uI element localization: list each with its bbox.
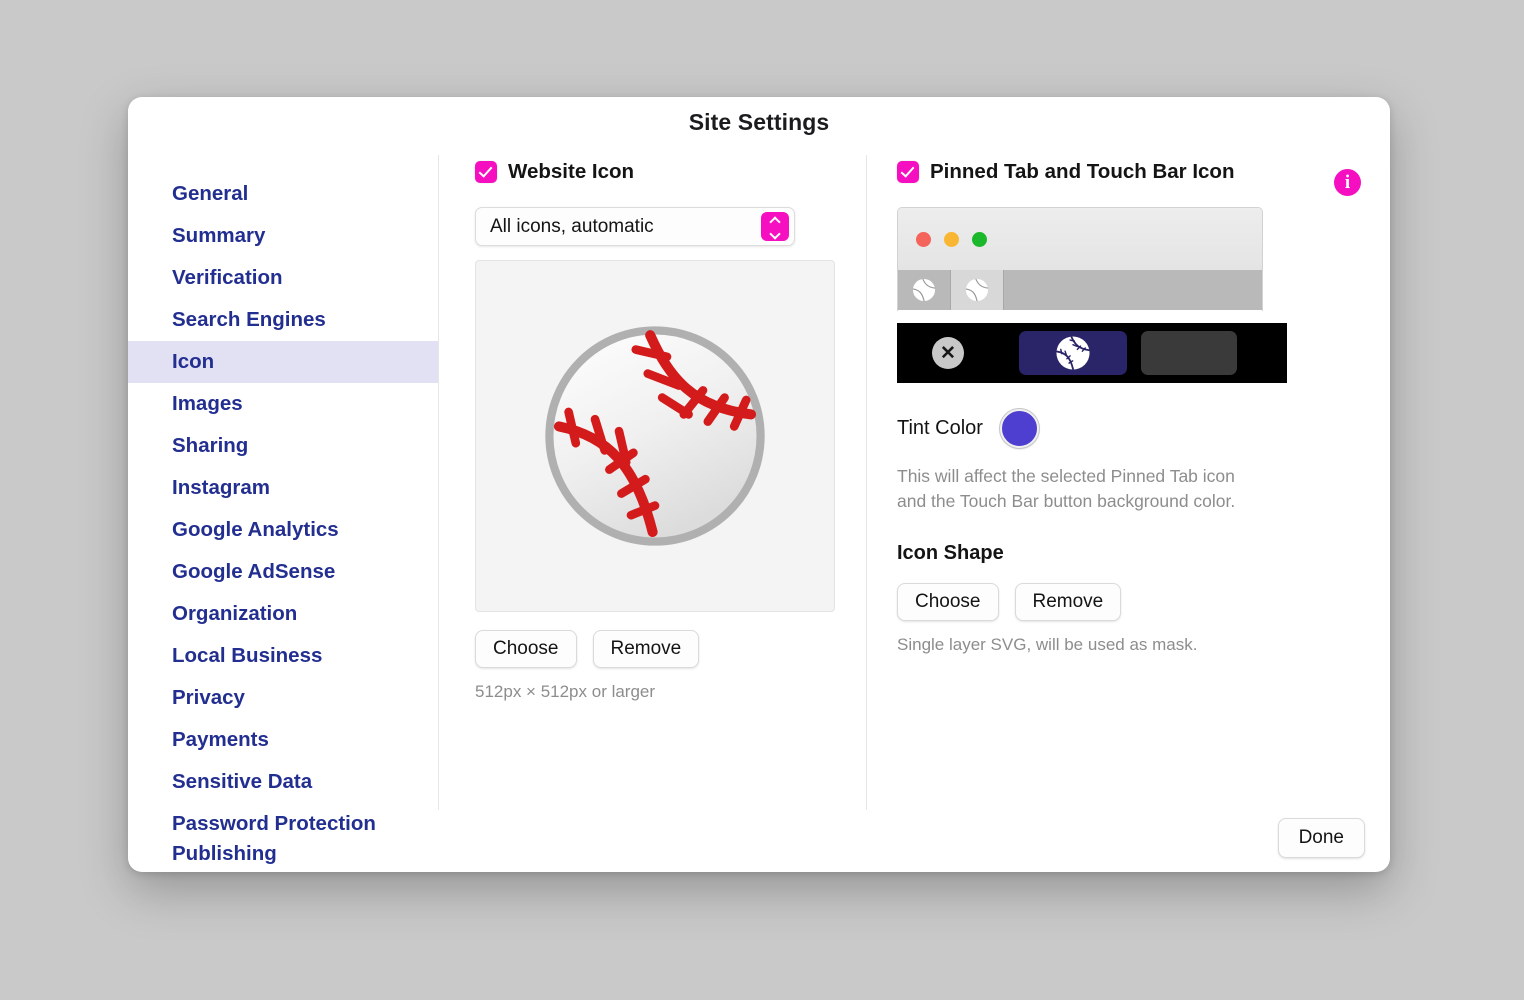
sidebar-item-general[interactable]: General <box>128 173 438 215</box>
baseball-icon <box>545 326 765 546</box>
icon-shape-actions: Choose Remove <box>897 583 1367 621</box>
pinned-tab-checkbox[interactable] <box>897 161 919 183</box>
website-icon-checkbox[interactable] <box>475 161 497 183</box>
sidebar-item-privacy[interactable]: Privacy <box>128 677 438 719</box>
pinned-tab-bar-filler <box>1004 270 1262 310</box>
tint-color-description: This will affect the selected Pinned Tab… <box>897 466 1236 511</box>
tint-color-label: Tint Color <box>897 417 983 439</box>
pinned-tab-active[interactable] <box>951 270 1004 310</box>
pinned-tab-label: Pinned Tab and Touch Bar Icon <box>930 160 1235 183</box>
site-settings-dialog: Site Settings General Summary Verificati… <box>128 97 1390 872</box>
sidebar-item-publishing[interactable]: Publishing <box>128 845 438 865</box>
tint-color-row: Tint Color <box>897 409 1367 448</box>
baseball-icon <box>965 278 989 302</box>
website-icon-preview-well[interactable] <box>475 260 835 612</box>
page-title: Site Settings <box>688 109 830 135</box>
chevron-updown-icon[interactable] <box>761 212 789 241</box>
column-divider-right <box>866 155 867 810</box>
touch-bar-tinted-button[interactable] <box>1019 331 1127 375</box>
minimize-traffic-light-icon <box>944 231 959 247</box>
close-icon[interactable]: ✕ <box>932 337 964 369</box>
icon-shape-title: Icon Shape <box>897 542 1004 564</box>
sidebar-item-verification[interactable]: Verification <box>128 257 438 299</box>
sidebar-item-organization[interactable]: Organization <box>128 593 438 635</box>
icon-shape-remove-button[interactable]: Remove <box>1014 583 1122 621</box>
zoom-traffic-light-icon <box>972 231 987 247</box>
pinned-tab-panel: Pinned Tab and Touch Bar Icon i ✕ Tint C… <box>897 157 1367 655</box>
sidebar-item-search-engines[interactable]: Search Engines <box>128 299 438 341</box>
sidebar-item-summary[interactable]: Summary <box>128 215 438 257</box>
tint-color-swatch[interactable] <box>999 409 1039 448</box>
icon-shape-caption: Single layer SVG, will be used as mask. <box>897 635 1198 654</box>
touch-bar-empty-button[interactable] <box>1141 331 1237 375</box>
pinned-tab-bar <box>898 270 1262 310</box>
website-icon-label: Website Icon <box>508 160 635 183</box>
icon-shape-choose-button[interactable]: Choose <box>897 583 999 621</box>
touch-bar-preview: ✕ <box>897 323 1287 383</box>
settings-sidebar: General Summary Verification Search Engi… <box>128 173 438 872</box>
sidebar-item-google-analytics[interactable]: Google Analytics <box>128 509 438 551</box>
browser-window-preview <box>897 207 1263 311</box>
sidebar-item-password-protection[interactable]: Password Protection <box>128 803 438 845</box>
icon-mode-value: All icons, automatic <box>490 215 654 237</box>
website-icon-actions: Choose Remove <box>475 630 855 668</box>
column-divider-left <box>438 155 439 810</box>
close-traffic-light-icon <box>916 231 931 247</box>
website-icon-panel: Website Icon All icons, automatic Choose… <box>475 157 855 702</box>
sidebar-item-sensitive-data[interactable]: Sensitive Data <box>128 761 438 803</box>
sidebar-item-local-business[interactable]: Local Business <box>128 635 438 677</box>
sidebar-item-instagram[interactable]: Instagram <box>128 467 438 509</box>
info-icon[interactable]: i <box>1334 169 1361 196</box>
pinned-tab-header: Pinned Tab and Touch Bar Icon <box>897 157 1367 187</box>
sidebar-item-images[interactable]: Images <box>128 383 438 425</box>
window-titlebar <box>898 208 1262 270</box>
sidebar-item-google-adsense[interactable]: Google AdSense <box>128 551 438 593</box>
sidebar-item-icon[interactable]: Icon <box>128 341 438 383</box>
icon-mode-select[interactable]: All icons, automatic <box>475 207 795 246</box>
baseball-icon <box>1056 336 1090 370</box>
done-button[interactable]: Done <box>1277 818 1365 858</box>
sidebar-item-sharing[interactable]: Sharing <box>128 425 438 467</box>
sidebar-item-payments[interactable]: Payments <box>128 719 438 761</box>
website-icon-header: Website Icon <box>475 157 855 187</box>
pinned-tab-inactive[interactable] <box>898 270 951 310</box>
website-icon-choose-button[interactable]: Choose <box>475 630 577 668</box>
baseball-icon <box>912 278 936 302</box>
website-icon-remove-button[interactable]: Remove <box>592 630 700 668</box>
website-icon-caption: 512px × 512px or larger <box>475 682 656 701</box>
